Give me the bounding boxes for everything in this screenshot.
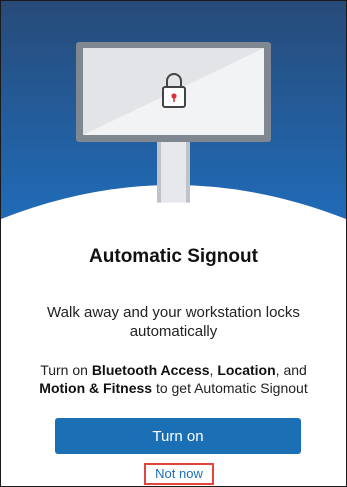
location-label: Location — [217, 362, 276, 378]
not-now-button[interactable]: Not now — [144, 463, 214, 485]
automatic-signout-screen: Automatic Signout Walk away and your wor… — [0, 0, 347, 487]
permission-instructions: Turn on Bluetooth Access, Location, and … — [21, 361, 326, 397]
monitor-lock-illustration — [1, 1, 346, 246]
instructions-sep-2: , and — [275, 362, 307, 378]
instructions-prefix: Turn on — [40, 362, 92, 378]
instructions-suffix: to get Automatic Signout — [152, 380, 308, 396]
turn-on-button[interactable]: Turn on — [55, 418, 301, 454]
motion-fitness-label: Motion & Fitness — [39, 380, 153, 396]
bluetooth-access-label: Bluetooth Access — [91, 362, 210, 378]
page-title: Automatic Signout — [89, 246, 258, 267]
subtitle-text: Walk away and your workstation locks aut… — [47, 304, 300, 340]
